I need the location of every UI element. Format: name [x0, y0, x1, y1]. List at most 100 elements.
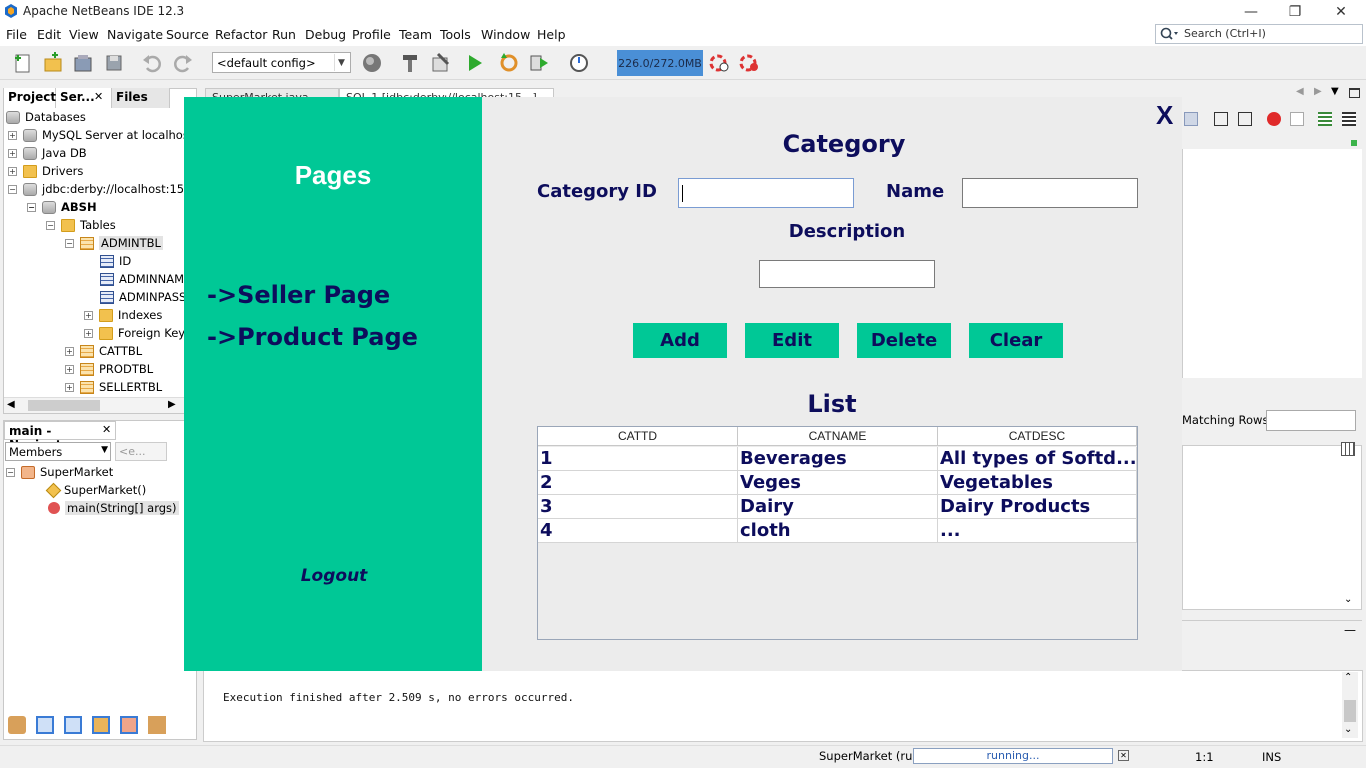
next-occurrence-icon[interactable]: [1238, 112, 1252, 126]
tab-files[interactable]: Files: [112, 88, 170, 108]
tree-item-mysql[interactable]: + MySQL Server at localhost:3: [6, 126, 205, 144]
comment-icon[interactable]: [1318, 112, 1332, 126]
scroll-thumb[interactable]: [1344, 700, 1356, 722]
table-cell[interactable]: 1: [538, 447, 738, 471]
seller-page-link[interactable]: ->Seller Page: [207, 281, 390, 309]
name-input[interactable]: [962, 178, 1138, 208]
table-cell[interactable]: Veges: [738, 471, 938, 495]
minimize-output-icon[interactable]: —: [1344, 623, 1356, 637]
close-icon[interactable]: ✕: [94, 90, 103, 103]
tree-item-drivers[interactable]: + Drivers: [6, 162, 182, 180]
expand-icon[interactable]: +: [8, 148, 17, 158]
table-row[interactable]: 2 Veges Vegetables: [538, 471, 1137, 495]
close-window-button[interactable]: ✕: [1318, 0, 1364, 24]
clear-button[interactable]: Clear: [969, 323, 1063, 358]
table-row[interactable]: 3 Dairy Dairy Products: [538, 495, 1137, 519]
uncomment-icon[interactable]: [1342, 112, 1356, 126]
menu-edit[interactable]: Edit: [37, 27, 61, 42]
filter-static-icon[interactable]: [64, 716, 82, 734]
sort-icon[interactable]: [148, 716, 166, 734]
tab-list-chevron-icon[interactable]: ▼: [1331, 86, 1339, 97]
scroll-tabs-left-icon[interactable]: ◀: [1296, 86, 1304, 97]
stop-macro-icon[interactable]: [1290, 112, 1304, 126]
column-header-catname[interactable]: CATNAME: [738, 427, 938, 446]
status-run-label[interactable]: SuperMarket (run): [819, 749, 924, 763]
table-cell[interactable]: Dairy Products: [938, 495, 1137, 519]
delete-button[interactable]: Delete: [857, 323, 951, 358]
new-file-icon[interactable]: [12, 52, 34, 74]
tree-item-databases[interactable]: Databases: [6, 108, 182, 126]
run-icon[interactable]: [464, 52, 486, 74]
tree-item-admintbl[interactable]: − ADMINTBL: [6, 234, 182, 252]
scroll-right-icon[interactable]: ▶: [168, 399, 176, 410]
edit-button[interactable]: Edit: [745, 323, 839, 358]
undo-icon[interactable]: [141, 52, 163, 74]
menu-run[interactable]: Run: [272, 27, 296, 42]
history-icon[interactable]: [1184, 112, 1198, 126]
menu-tools[interactable]: Tools: [440, 27, 471, 42]
tree-item-column-adminpass[interactable]: ADMINPASS: [6, 288, 186, 306]
product-page-link[interactable]: ->Product Page: [207, 323, 418, 351]
memory-meter[interactable]: 226.0/272.0MB: [617, 50, 703, 76]
scroll-left-icon[interactable]: ◀: [7, 399, 15, 410]
collapse-icon[interactable]: −: [6, 467, 15, 477]
filter-inherited-icon[interactable]: [120, 716, 138, 734]
menu-debug[interactable]: Debug: [305, 27, 346, 42]
prev-occurrence-icon[interactable]: [1214, 112, 1228, 126]
collapse-icon[interactable]: −: [27, 202, 36, 212]
search-input[interactable]: Search (Ctrl+I): [1155, 24, 1363, 44]
filter-nonpublic-icon[interactable]: [36, 716, 54, 734]
menu-view[interactable]: View: [69, 27, 99, 42]
expand-icon[interactable]: +: [84, 328, 93, 338]
expand-icon[interactable]: +: [84, 310, 93, 320]
minimize-button[interactable]: —: [1228, 0, 1274, 24]
menu-help[interactable]: Help: [537, 27, 566, 42]
grid-view-icon[interactable]: [1341, 442, 1355, 456]
new-project-icon[interactable]: [42, 52, 64, 74]
browser-globe-icon[interactable]: [361, 52, 383, 74]
tree-item-prodtbl[interactable]: + PRODTBL: [6, 360, 182, 378]
collapse-icon[interactable]: −: [46, 220, 55, 230]
scroll-up-icon[interactable]: ⌃: [1344, 672, 1352, 683]
config-select[interactable]: <default config> ▼: [212, 52, 351, 73]
build-hammer-icon[interactable]: [399, 52, 421, 74]
close-icon[interactable]: ✕: [102, 423, 111, 436]
snapshot-icon[interactable]: [738, 52, 760, 74]
add-button[interactable]: Add: [633, 323, 727, 358]
menu-refactor[interactable]: Refactor: [215, 27, 267, 42]
filter-fields-icon[interactable]: [8, 716, 26, 734]
tree-item-schema[interactable]: − ABSH: [6, 198, 182, 216]
matching-rows-input[interactable]: [1266, 410, 1356, 431]
tree-item-class[interactable]: − SuperMarket: [6, 463, 192, 481]
tree-item-main-method[interactable]: main(String[] args): [6, 499, 192, 517]
output-scrollbar[interactable]: ⌃ ⌄: [1342, 672, 1358, 738]
table-cell[interactable]: 2: [538, 471, 738, 495]
menu-team[interactable]: Team: [399, 27, 432, 42]
expand-icon[interactable]: +: [65, 364, 74, 374]
cancel-task-icon[interactable]: ✕: [1118, 750, 1129, 761]
scroll-thumb[interactable]: [28, 400, 100, 411]
expand-icon[interactable]: +: [65, 346, 74, 356]
description-input[interactable]: [759, 260, 935, 288]
table-cell[interactable]: 4: [538, 519, 738, 543]
collapse-icon[interactable]: −: [65, 238, 74, 248]
maximize-editor-icon[interactable]: [1349, 88, 1360, 98]
gc-icon[interactable]: [708, 52, 730, 74]
table-cell[interactable]: cloth: [738, 519, 938, 543]
tree-item-foreign-keys[interactable]: + Foreign Key: [6, 324, 185, 342]
tree-item-column-adminname[interactable]: ADMINNAMI: [6, 270, 187, 288]
table-row[interactable]: 4 cloth ...: [538, 519, 1137, 543]
filter-inner-icon[interactable]: [92, 716, 110, 734]
tab-projects[interactable]: Projects: [4, 88, 63, 108]
open-project-icon[interactable]: [72, 52, 94, 74]
scroll-tabs-right-icon[interactable]: ▶: [1314, 86, 1322, 97]
expand-icon[interactable]: +: [8, 166, 17, 176]
column-header-catid[interactable]: CATTD: [538, 427, 738, 446]
tree-item-derby-connection[interactable]: − jdbc:derby://localhost:1527: [6, 180, 199, 198]
record-macro-icon[interactable]: [1267, 112, 1281, 126]
table-row[interactable]: 1 Beverages All types of Softd...: [538, 447, 1137, 471]
tab-navigator[interactable]: main - Navigator: [4, 421, 116, 452]
tree-item-tables[interactable]: − Tables: [6, 216, 182, 234]
table-cell[interactable]: ...: [938, 519, 1137, 543]
expand-icon[interactable]: +: [8, 130, 17, 140]
